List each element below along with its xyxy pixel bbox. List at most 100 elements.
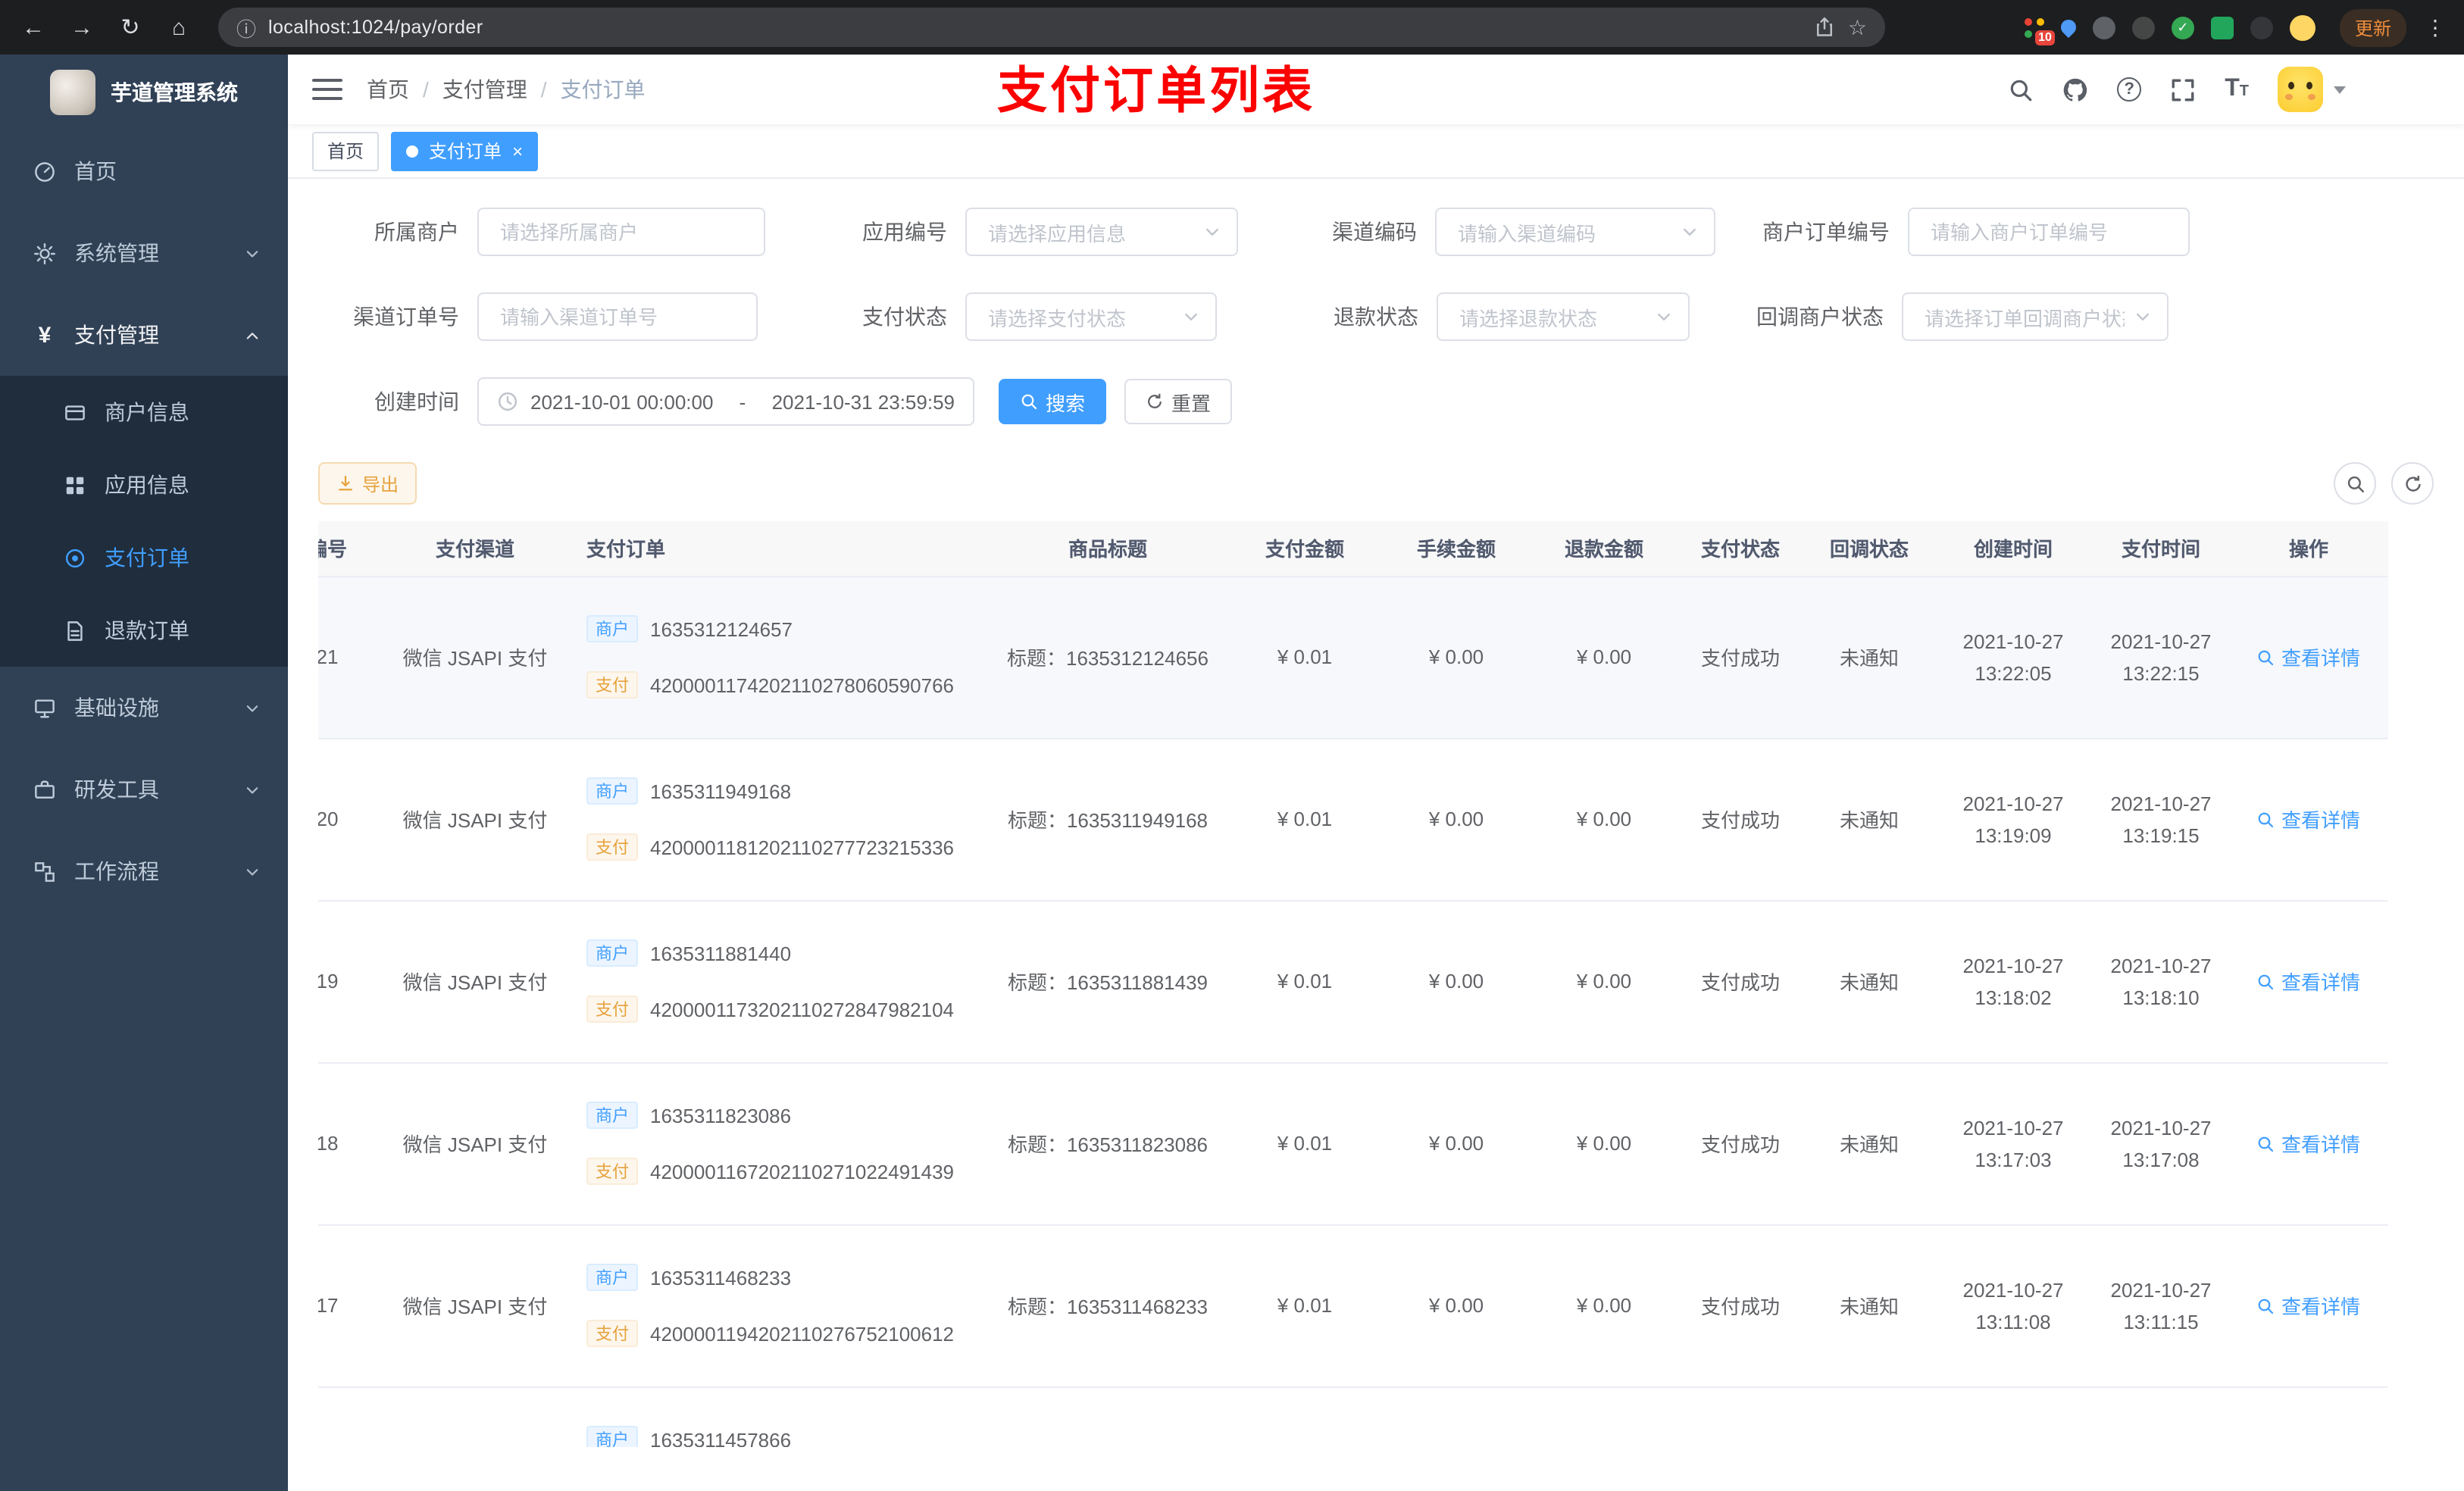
sidebar-item-payment[interactable]: ¥ 支付管理 bbox=[0, 294, 288, 376]
github-icon[interactable] bbox=[2062, 77, 2088, 102]
extension-icon-2[interactable] bbox=[2131, 16, 2155, 39]
chevron-down-icon bbox=[244, 245, 261, 261]
sidebar-item-pay-order[interactable]: 支付订单 bbox=[0, 521, 288, 594]
sidebar-item-merchant-info[interactable]: 商户信息 bbox=[0, 376, 288, 449]
pay-order-no: 4200001167202110271022491439 bbox=[650, 1160, 955, 1183]
cell-channel: 微信 JSAPI 支付 bbox=[388, 900, 562, 1063]
toggle-search-button[interactable] bbox=[2334, 462, 2376, 505]
extension-chat-icon[interactable] bbox=[2210, 16, 2234, 39]
search-button[interactable]: 搜索 bbox=[999, 379, 1107, 424]
logo: 芋道管理系统 bbox=[0, 55, 288, 130]
refresh-table-button[interactable] bbox=[2391, 462, 2434, 505]
sidebar-item-dev-tools[interactable]: 研发工具 bbox=[0, 749, 288, 830]
browser-update-button[interactable]: 更新 bbox=[2339, 8, 2406, 46]
user-menu[interactable] bbox=[2278, 67, 2346, 112]
extension-icon-1[interactable] bbox=[2092, 16, 2115, 39]
view-detail-link[interactable]: 查看详情 bbox=[2257, 805, 2360, 833]
browser-profile-avatar[interactable] bbox=[2289, 14, 2315, 40]
orders-table: 编号 支付渠道 支付订单 商品标题 支付金额 手续金额 退款金额 支付状态 回调… bbox=[318, 521, 2388, 1447]
tab-home[interactable]: 首页 bbox=[312, 131, 380, 170]
sidebar-item-refund-order[interactable]: 退款订单 bbox=[0, 594, 288, 667]
create-time-range-picker[interactable]: 2021-10-01 00:00:00 - 2021-10-31 23:59:5… bbox=[477, 377, 974, 426]
close-icon[interactable]: × bbox=[512, 142, 523, 160]
share-icon[interactable] bbox=[1815, 17, 1836, 38]
caret-down-icon bbox=[2334, 86, 2346, 93]
cell-amount: ¥ 0.01 bbox=[1229, 1062, 1381, 1225]
view-detail-link[interactable]: 查看详情 bbox=[2257, 1291, 2360, 1320]
merchant-tag: 商户 bbox=[586, 777, 638, 805]
export-button-label: 导出 bbox=[362, 474, 399, 495]
card-icon bbox=[64, 401, 86, 424]
navbar-actions: ? TT bbox=[2008, 67, 2440, 112]
cell-channel: 微信 JSAPI 支付 bbox=[388, 1224, 562, 1387]
cell-id bbox=[318, 1386, 388, 1447]
fullscreen-icon[interactable] bbox=[2170, 77, 2196, 102]
browser-forward-icon[interactable]: → bbox=[61, 6, 103, 48]
browser-reload-icon[interactable]: ↻ bbox=[109, 6, 152, 48]
merchant-filter-input[interactable] bbox=[477, 208, 765, 256]
help-icon[interactable]: ? bbox=[2117, 77, 2142, 102]
filter-label: 回调商户状态 bbox=[1756, 305, 1884, 329]
merchant-order-no-input[interactable] bbox=[1908, 208, 2190, 256]
sidebar-item-infrastructure[interactable]: 基础设施 bbox=[0, 667, 288, 749]
pay-tag: 支付 bbox=[586, 833, 638, 861]
extension-pin-icon[interactable] bbox=[2057, 16, 2080, 39]
filter-row-1: 所属商户 应用编号 请选择应用信息 渠道编码 请输入渠道编码 商户订单编号 bbox=[318, 208, 2434, 256]
search-button-label: 搜索 bbox=[1046, 392, 1086, 414]
tab-pay-order[interactable]: 支付订单 × bbox=[391, 131, 539, 170]
reset-button[interactable]: 重置 bbox=[1124, 379, 1233, 424]
bookmark-star-icon[interactable]: ☆ bbox=[1848, 14, 1867, 40]
hamburger-icon[interactable] bbox=[312, 79, 342, 100]
sidebar-item-system[interactable]: 系统管理 bbox=[0, 212, 288, 294]
cell-notify: 未通知 bbox=[1805, 900, 1934, 1063]
app-filter-select[interactable]: 请选择应用信息 bbox=[965, 208, 1238, 256]
sidebar-item-workflow[interactable]: 工作流程 bbox=[0, 830, 288, 912]
extension-icon-3[interactable] bbox=[2250, 16, 2273, 39]
channel-code-select[interactable]: 请输入渠道编码 bbox=[1435, 208, 1715, 256]
view-detail-link[interactable]: 查看详情 bbox=[2257, 967, 2360, 996]
sidebar-item-label: 工作流程 bbox=[74, 859, 159, 883]
cell-pay-order: 商户 1635311881440 支付 4200001173202110272847… bbox=[562, 900, 987, 1063]
sidebar-item-app-info[interactable]: 应用信息 bbox=[0, 449, 288, 521]
filter-row-3: 创建时间 2021-10-01 00:00:00 - 2021-10-31 23… bbox=[318, 377, 2434, 426]
col-channel: 支付渠道 bbox=[388, 521, 562, 577]
pay-order-no: 4200001181202110277723215336 bbox=[650, 836, 955, 858]
user-avatar[interactable] bbox=[2278, 67, 2323, 112]
browser-back-icon[interactable]: ← bbox=[12, 6, 55, 48]
breadcrumb-home[interactable]: 首页 bbox=[367, 74, 409, 105]
cell-refund: ¥ 0.00 bbox=[1532, 1062, 1676, 1225]
cell-created: 2021-10-27 13:18:02 bbox=[1934, 900, 2093, 1063]
extension-colordots-icon[interactable]: 10 bbox=[2023, 17, 2055, 45]
search-icon[interactable] bbox=[2008, 77, 2034, 102]
cell-created: 2021-10-27 13:19:09 bbox=[1934, 738, 2093, 901]
font-size-icon[interactable]: TT bbox=[2225, 77, 2249, 102]
cell-amount: ¥ 0.01 bbox=[1229, 576, 1381, 739]
sidebar-item-home[interactable]: 首页 bbox=[0, 130, 288, 212]
cell-status: 支付成功 bbox=[1676, 738, 1805, 901]
browser-home-icon[interactable]: ⌂ bbox=[158, 6, 200, 48]
url-text: localhost:1024/pay/order bbox=[268, 17, 483, 38]
browser-menu-icon[interactable]: ⋮ bbox=[2425, 14, 2446, 40]
app-title: 芋道管理系统 bbox=[111, 80, 238, 105]
date-end-value[interactable]: 2021-10-31 23:59:59 bbox=[772, 390, 955, 413]
address-bar[interactable]: ⓘ localhost:1024/pay/order ☆ bbox=[218, 8, 1885, 47]
notify-status-select[interactable]: 请选择订单回调商户状态 bbox=[1902, 292, 2169, 341]
cell-title: 标题：1635311823086 bbox=[987, 1062, 1229, 1225]
order-row: 19 微信 JSAPI 支付 商户 1635311881440 支付 4200001… bbox=[318, 900, 2388, 1063]
filter-label: 渠道编码 bbox=[1332, 220, 1417, 244]
date-start-value[interactable]: 2021-10-01 00:00:00 bbox=[530, 390, 713, 413]
merchant-order-no: 1635311468233 bbox=[650, 1266, 792, 1289]
export-button[interactable]: 导出 bbox=[318, 462, 417, 505]
refresh-icon bbox=[1146, 392, 1164, 411]
search-icon bbox=[2257, 648, 2275, 666]
col-created: 创建时间 bbox=[1934, 521, 2093, 577]
view-detail-link[interactable]: 查看详情 bbox=[2257, 1129, 2360, 1158]
channel-order-no-input[interactable] bbox=[477, 292, 758, 341]
extension-check-icon[interactable]: ✓ bbox=[2171, 16, 2194, 39]
breadcrumb-payment[interactable]: 支付管理 bbox=[442, 74, 527, 105]
view-detail-link[interactable]: 查看详情 bbox=[2257, 642, 2360, 671]
refund-status-select[interactable]: 请选择退款状态 bbox=[1437, 292, 1690, 341]
site-info-icon[interactable]: ⓘ bbox=[236, 13, 256, 42]
grid-icon bbox=[64, 474, 86, 496]
pay-status-select[interactable]: 请选择支付状态 bbox=[965, 292, 1217, 341]
